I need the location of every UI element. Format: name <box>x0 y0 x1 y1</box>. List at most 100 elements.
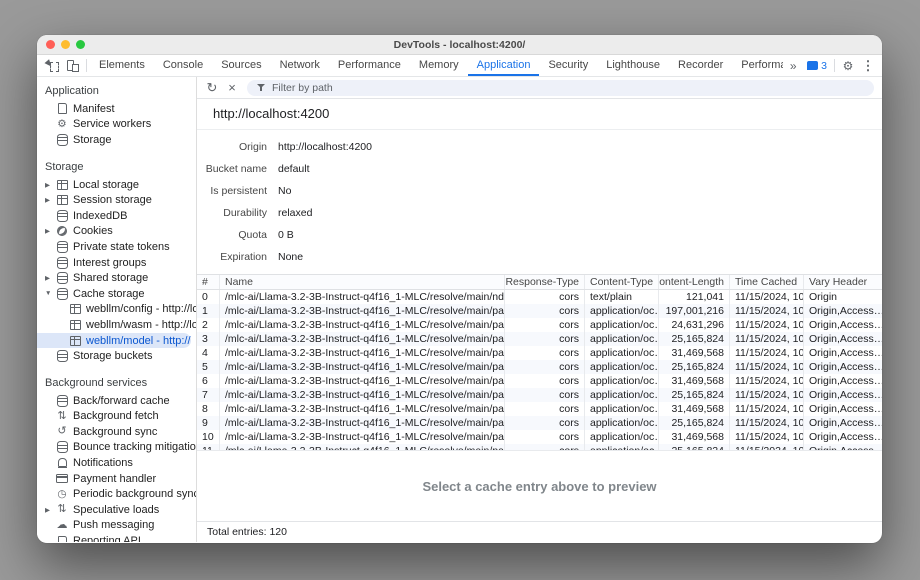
table-row[interactable]: 0/mlc-ai/Llama-3.2-3B-Instruct-q4f16_1-M… <box>197 290 882 304</box>
tab-lighthouse[interactable]: Lighthouse <box>597 55 669 76</box>
sidebar-item-label: Periodic background sync <box>73 488 196 500</box>
kebab-menu-icon[interactable]: ⋮ <box>858 57 878 75</box>
tab-application[interactable]: Application <box>468 55 540 76</box>
sidebar-item-session-storage[interactable]: ▶Session storage <box>37 192 196 208</box>
tab-recorder[interactable]: Recorder <box>669 55 732 76</box>
devtools-tabbar: ElementsConsoleSourcesNetworkPerformance… <box>37 55 882 77</box>
column-header-[interactable]: # <box>197 275 219 289</box>
table-cell: cors <box>504 304 584 318</box>
sidebar-section-background-services: Background servicesBack/forward cacheBac… <box>37 373 196 542</box>
tab-performance-insights[interactable]: Performance insights <box>732 55 783 76</box>
feedback-button[interactable]: 3 <box>803 60 831 72</box>
sidebar-item-shared-storage[interactable]: ▶Shared storage <box>37 270 196 286</box>
table-cell: 11/15/2024, 10… <box>729 346 803 360</box>
tab-network[interactable]: Network <box>271 55 329 76</box>
table-row[interactable]: 7/mlc-ai/Llama-3.2-3B-Instruct-q4f16_1-M… <box>197 388 882 402</box>
tab-label: Console <box>163 59 203 71</box>
sidebar-item-service-workers[interactable]: Service workers <box>37 117 196 133</box>
column-header-content-length[interactable]: Content-Length <box>658 275 729 289</box>
sidebar-item-manifest[interactable]: Manifest <box>37 101 196 117</box>
sidebar-item-push-messaging[interactable]: Push messaging <box>37 518 196 534</box>
tab-performance[interactable]: Performance <box>329 55 410 76</box>
table-cell: 6 <box>197 374 219 388</box>
bell-icon <box>56 457 68 469</box>
settings-gear-icon[interactable]: ⚙ <box>838 57 858 75</box>
table-row[interactable]: 6/mlc-ai/Llama-3.2-3B-Instruct-q4f16_1-M… <box>197 374 882 388</box>
sidebar-item-speculative-loads[interactable]: ▶Speculative loads <box>37 502 196 518</box>
sidebar-item-label: webllm/wasm - http://loca… <box>86 319 196 331</box>
device-toolbar-icon[interactable] <box>67 60 79 72</box>
column-header-content-type[interactable]: Content-Type <box>584 275 658 289</box>
sidebar-item-interest-groups[interactable]: Interest groups <box>37 255 196 271</box>
minimize-window-button[interactable] <box>61 40 70 49</box>
sidebar-item-private-state-tokens[interactable]: Private state tokens <box>37 239 196 255</box>
delete-selected-icon[interactable]: × <box>223 79 241 97</box>
expander-right-icon[interactable]: ▶ <box>45 227 56 235</box>
sidebar-item-bounce-tracking-mitigations[interactable]: Bounce tracking mitigations <box>37 440 196 456</box>
meta-row-is-persistent: Is persistentNo <box>197 180 882 202</box>
sidebar-item-notifications[interactable]: Notifications <box>37 455 196 471</box>
expander-down-icon[interactable]: ▼ <box>45 290 56 297</box>
table-cell: 25,165,824 <box>658 416 729 430</box>
sidebar-item-back-forward-cache[interactable]: Back/forward cache <box>37 393 196 409</box>
more-panels-icon[interactable]: » <box>783 57 803 75</box>
table-cell: application/oc… <box>584 332 658 346</box>
table-cell: Origin,Access… <box>803 304 882 318</box>
sidebar-item-local-storage[interactable]: ▶Local storage <box>37 177 196 193</box>
table-row[interactable]: 10/mlc-ai/Llama-3.2-3B-Instruct-q4f16_1-… <box>197 430 882 444</box>
sidebar-item-storage[interactable]: Storage <box>37 132 196 148</box>
fullscreen-window-button[interactable] <box>76 40 85 49</box>
sidebar-item-webllm-wasm-http-loca[interactable]: webllm/wasm - http://loca… <box>37 317 196 333</box>
sidebar-item-webllm-config-http-loc[interactable]: webllm/config - http://loc… <box>37 302 196 318</box>
expander-right-icon[interactable]: ▶ <box>45 506 56 514</box>
table-row[interactable]: 3/mlc-ai/Llama-3.2-3B-Instruct-q4f16_1-M… <box>197 332 882 346</box>
close-window-button[interactable] <box>46 40 55 49</box>
tab-security[interactable]: Security <box>539 55 597 76</box>
tab-sources[interactable]: Sources <box>212 55 270 76</box>
filter-input[interactable] <box>272 82 866 94</box>
sidebar-item-indexeddb[interactable]: IndexedDB <box>37 208 196 224</box>
table-cell: application/oc… <box>584 402 658 416</box>
table-row[interactable]: 9/mlc-ai/Llama-3.2-3B-Instruct-q4f16_1-M… <box>197 416 882 430</box>
tab-elements[interactable]: Elements <box>90 55 154 76</box>
column-header-vary-header[interactable]: Vary Header <box>803 275 882 289</box>
meta-row-bucket-name: Bucket namedefault <box>197 158 882 180</box>
sidebar-item-webllm-model-http-loc[interactable]: webllm/model - http://loc… <box>37 333 191 349</box>
meta-row-durability: Durabilityrelaxed <box>197 202 882 224</box>
tab-console[interactable]: Console <box>154 55 212 76</box>
expander-right-icon[interactable]: ▶ <box>45 181 56 189</box>
refresh-icon[interactable]: ↻ <box>203 79 221 97</box>
window-titlebar[interactable]: DevTools - localhost:4200/ <box>37 35 882 55</box>
table-row[interactable]: 5/mlc-ai/Llama-3.2-3B-Instruct-q4f16_1-M… <box>197 360 882 374</box>
inspect-element-icon[interactable] <box>47 60 59 72</box>
table-row[interactable]: 8/mlc-ai/Llama-3.2-3B-Instruct-q4f16_1-M… <box>197 402 882 416</box>
column-header-response-type[interactable]: Response-Type <box>504 275 584 289</box>
sidebar-item-cache-storage[interactable]: ▼Cache storage <box>37 286 196 302</box>
column-header-time-cached[interactable]: Time Cached <box>729 275 803 289</box>
table-row[interactable]: 2/mlc-ai/Llama-3.2-3B-Instruct-q4f16_1-M… <box>197 318 882 332</box>
sidebar-item-payment-handler[interactable]: Payment handler <box>37 471 196 487</box>
table-cell: 11/15/2024, 10… <box>729 402 803 416</box>
sidebar-item-periodic-background-sync[interactable]: Periodic background sync <box>37 486 196 502</box>
sidebar-item-background-fetch[interactable]: Background fetch <box>37 409 196 425</box>
table-row[interactable]: 11/mlc-ai/Llama-3.2-3B-Instruct-q4f16_1-… <box>197 444 882 450</box>
sidebar-item-reporting-api[interactable]: Reporting API <box>37 533 196 542</box>
expander-right-icon[interactable]: ▶ <box>45 274 56 282</box>
table-cell: cors <box>504 444 584 450</box>
window-controls <box>37 40 85 49</box>
expander-right-icon[interactable]: ▶ <box>45 196 56 204</box>
table-cell: 7 <box>197 388 219 402</box>
table-cell: /mlc-ai/Llama-3.2-3B-Instruct-q4f16_1-ML… <box>219 444 504 450</box>
table-cell: application/oc… <box>584 388 658 402</box>
tab-memory[interactable]: Memory <box>410 55 468 76</box>
sidebar-item-storage-buckets[interactable]: Storage buckets <box>37 348 196 364</box>
filter-by-path-field[interactable] <box>247 80 874 96</box>
sidebar-item-background-sync[interactable]: Background sync <box>37 424 196 440</box>
table-icon <box>56 194 68 206</box>
sidebar-item-label: webllm/model - http://loc… <box>86 335 191 347</box>
table-cell: Origin,Access… <box>803 430 882 444</box>
table-row[interactable]: 1/mlc-ai/Llama-3.2-3B-Instruct-q4f16_1-M… <box>197 304 882 318</box>
column-header-name[interactable]: Name <box>219 275 504 289</box>
sidebar-item-cookies[interactable]: ▶Cookies <box>37 224 196 240</box>
table-row[interactable]: 4/mlc-ai/Llama-3.2-3B-Instruct-q4f16_1-M… <box>197 346 882 360</box>
